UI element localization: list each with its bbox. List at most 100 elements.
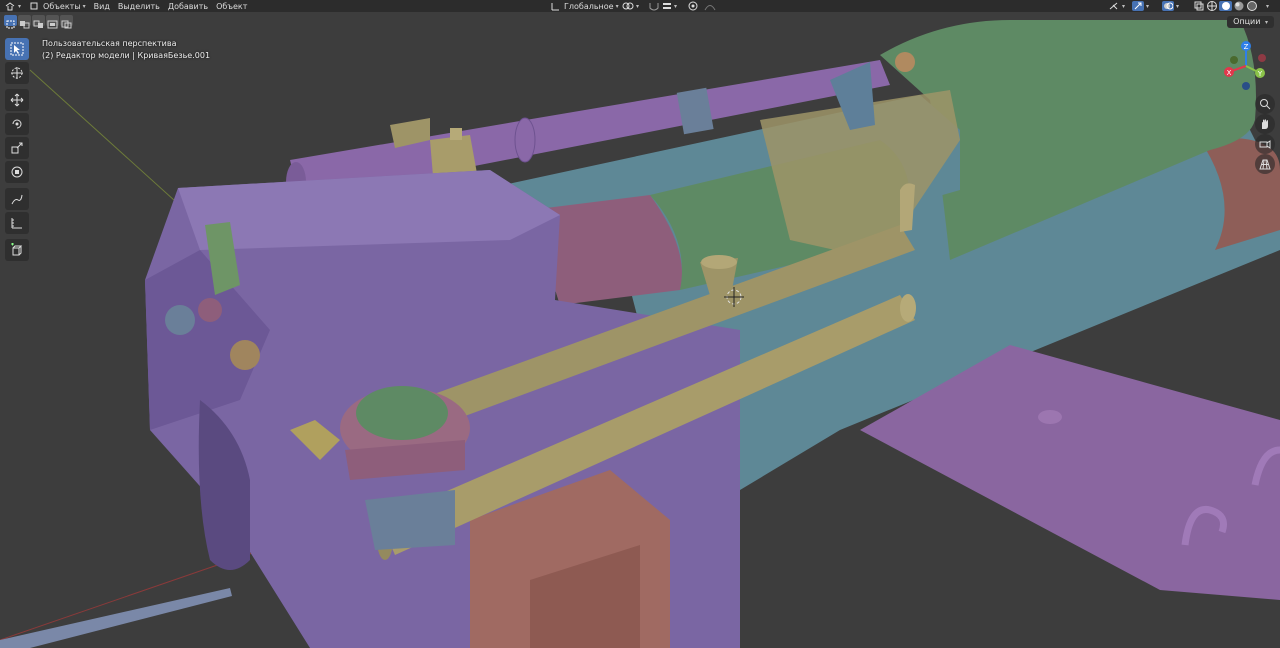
chevron-down-icon: ▾ — [18, 2, 22, 10]
select-set-icon — [6, 20, 15, 29]
gizmo-icon — [1134, 2, 1142, 10]
x-axis-label: X — [1227, 69, 1232, 77]
select-mode-set[interactable] — [4, 15, 17, 29]
rotate-icon — [12, 119, 22, 129]
transform-icon — [11, 166, 23, 178]
material-shading-icon — [1234, 1, 1244, 11]
pivot-icon — [622, 2, 634, 10]
tool-select-box[interactable] — [5, 38, 29, 60]
solid-shading-icon — [1221, 2, 1230, 10]
transform-orientation-dropdown[interactable]: Глобальное ▾ — [546, 0, 623, 12]
active-object-label: (2) Редактор модели | КриваяБезье.001 — [42, 51, 211, 60]
perspective-label: Пользовательская перспектива — [42, 39, 177, 48]
shading-dropdown[interactable]: ▾ — [1260, 0, 1273, 12]
bolt-pink — [198, 298, 222, 322]
options-dropdown[interactable]: Опции ▾ — [1227, 16, 1274, 28]
visibility-dropdown[interactable]: ▾ — [1104, 0, 1129, 12]
subbar: Опции ▾ — [0, 13, 1280, 29]
chevron-down-icon: ▾ — [1122, 2, 1126, 10]
camera-icon — [1259, 140, 1271, 149]
scale-icon — [11, 142, 23, 154]
tool-measure[interactable] — [5, 212, 29, 234]
tool-annotate[interactable] — [5, 188, 29, 210]
camera-view-button[interactable] — [1255, 134, 1275, 154]
gizmo-toggle[interactable]: ▾ — [1128, 0, 1153, 12]
orientation-icon — [551, 3, 559, 11]
tool-scale[interactable] — [5, 137, 29, 159]
cursor-icon — [11, 67, 23, 79]
rendered-shading-icon — [1247, 1, 1257, 11]
object-mode-icon — [30, 2, 38, 10]
annotate-icon — [11, 194, 23, 205]
mode-dropdown[interactable]: Объекты ▾ — [25, 0, 90, 12]
neg-z-handle[interactable] — [1242, 82, 1250, 90]
viewport-header: ▾ Объекты ▾ Вид Выделить Добавить Объект… — [0, 0, 1280, 12]
tool-add-cube[interactable] — [5, 239, 29, 261]
chevron-down-icon: ▾ — [82, 2, 86, 10]
select-mode-invert[interactable] — [46, 15, 59, 29]
chevron-down-icon: ▾ — [1264, 19, 1268, 26]
measure-icon — [11, 218, 22, 229]
menu-add[interactable]: Добавить — [164, 0, 212, 12]
editor-type-button[interactable]: ▾ — [0, 0, 25, 12]
select-extend-icon — [20, 21, 30, 29]
select-mode-subtract[interactable] — [32, 15, 45, 28]
select-mode-extend[interactable] — [18, 15, 31, 29]
grid-icon — [1259, 159, 1271, 170]
shading-material[interactable] — [1233, 0, 1245, 12]
bolt-blue — [165, 305, 195, 335]
proportional-edit-icon — [688, 1, 698, 11]
xray-icon — [1194, 1, 1204, 11]
falloff-icon — [704, 5, 716, 11]
shading-solid[interactable] — [1219, 0, 1232, 12]
ortho-toggle-button[interactable] — [1255, 154, 1275, 174]
pan-button[interactable] — [1255, 114, 1275, 134]
zoom-button[interactable] — [1255, 94, 1275, 114]
tool-cursor[interactable] — [5, 62, 29, 84]
funnel-mouth — [701, 255, 737, 269]
orientation-label: Глобальное — [564, 1, 614, 11]
mode-label: Объекты — [43, 1, 81, 11]
pivot-dropdown[interactable]: ▾ — [618, 0, 643, 12]
overlays-toggle[interactable]: ▾ — [1158, 0, 1183, 12]
select-mode-intersect[interactable] — [60, 15, 73, 29]
chevron-down-icon: ▾ — [674, 2, 678, 10]
tool-transform[interactable] — [5, 161, 29, 183]
tool-rotate[interactable] — [5, 113, 29, 135]
round-cap-top — [356, 386, 448, 440]
y-axis-label: Y — [1257, 70, 1263, 78]
snap-target-dropdown[interactable]: ▾ — [658, 0, 681, 12]
menu-object[interactable]: Объект — [212, 0, 251, 12]
editor-type-icon — [5, 2, 15, 11]
menu-select[interactable]: Выделить — [114, 0, 164, 12]
rod-end-lower — [900, 294, 916, 322]
move-icon — [10, 93, 24, 107]
nut-hex — [365, 490, 455, 550]
chevron-down-icon: ▾ — [1266, 2, 1270, 10]
select-subtract-icon — [33, 20, 43, 28]
plate-stud — [1038, 410, 1062, 424]
options-label: Опции — [1233, 17, 1261, 26]
tool-move[interactable] — [5, 89, 29, 111]
neg-x-handle[interactable] — [1258, 54, 1266, 62]
menu-view[interactable]: Вид — [90, 0, 114, 12]
add-cube-icon — [11, 243, 23, 256]
shading-wireframe[interactable] — [1206, 0, 1218, 12]
navigation-gizmo[interactable]: Z X Y — [1216, 36, 1276, 96]
snap-target-icon — [663, 3, 671, 9]
viewport-3d[interactable] — [0, 0, 1280, 648]
falloff-dropdown[interactable] — [700, 0, 720, 12]
shading-rendered[interactable] — [1246, 0, 1258, 12]
select-intersect-icon — [61, 20, 72, 29]
viewport-info: Пользовательская перспектива (2) Редакто… — [42, 38, 210, 62]
neg-y-handle[interactable] — [1230, 56, 1238, 64]
bolt-bronze — [230, 340, 260, 370]
rod-end-cap — [895, 52, 915, 72]
chevron-down-icon: ▾ — [636, 2, 640, 10]
bracket-bolt — [450, 128, 462, 140]
overlays-icon — [1164, 2, 1173, 10]
top-rod-collar — [514, 117, 536, 163]
chevron-down-icon: ▾ — [1146, 2, 1150, 10]
zoom-icon — [1260, 99, 1271, 110]
z-axis-label: Z — [1244, 43, 1249, 51]
